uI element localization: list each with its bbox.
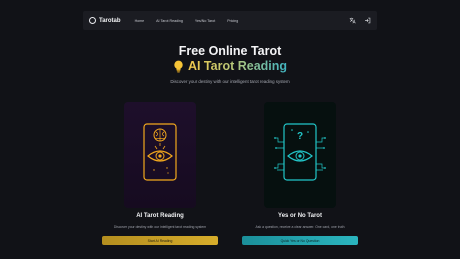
yes-no-card-description: Ask a question, receive a clear answer. …: [255, 225, 345, 229]
ai-tarot-card-image[interactable]: [124, 102, 196, 208]
logo[interactable]: Tarotab: [89, 17, 121, 24]
ai-tarot-card-description: Discover your destiny with our intellige…: [113, 225, 207, 229]
hero-subtitle: AI Tarot Reading: [187, 59, 288, 73]
svg-text:?: ?: [297, 131, 303, 142]
translate-icon[interactable]: [349, 17, 356, 24]
start-ai-reading-button[interactable]: Start AI Reading: [102, 236, 218, 245]
hero-description: Discover your destiny with our intellige…: [170, 79, 290, 84]
question-eye-tarot-icon: ?: [274, 123, 326, 181]
quick-yes-no-button[interactable]: Quick Yes or No Question: [242, 236, 358, 245]
nav-actions: [349, 17, 371, 24]
page: Tarotab Home AI Tarot Reading Yes/No Tar…: [0, 0, 460, 259]
ai-tarot-card-title: AI Tarot Reading: [136, 213, 184, 219]
nav-link-yes-no[interactable]: Yes/No Tarot: [195, 19, 215, 23]
navbar: Tarotab Home AI Tarot Reading Yes/No Tar…: [83, 11, 377, 30]
brain-eye-tarot-icon: [143, 123, 177, 181]
nav-links: Home AI Tarot Reading Yes/No Tarot Prici…: [135, 19, 239, 23]
yes-no-card-image[interactable]: ?: [264, 102, 336, 208]
hero-subtitle-row: AI Tarot Reading: [0, 59, 460, 73]
login-icon[interactable]: [364, 17, 371, 24]
brand-name: Tarotab: [99, 17, 121, 24]
nav-link-pricing[interactable]: Pricing: [227, 19, 238, 23]
hero-title: Free Online Tarot: [178, 44, 282, 58]
yes-no-card-title: Yes or No Tarot: [278, 213, 322, 219]
nav-link-home[interactable]: Home: [135, 19, 145, 23]
lightbulb-icon: [174, 60, 183, 72]
logo-icon: [89, 17, 96, 24]
nav-link-ai-tarot[interactable]: AI Tarot Reading: [156, 19, 183, 23]
